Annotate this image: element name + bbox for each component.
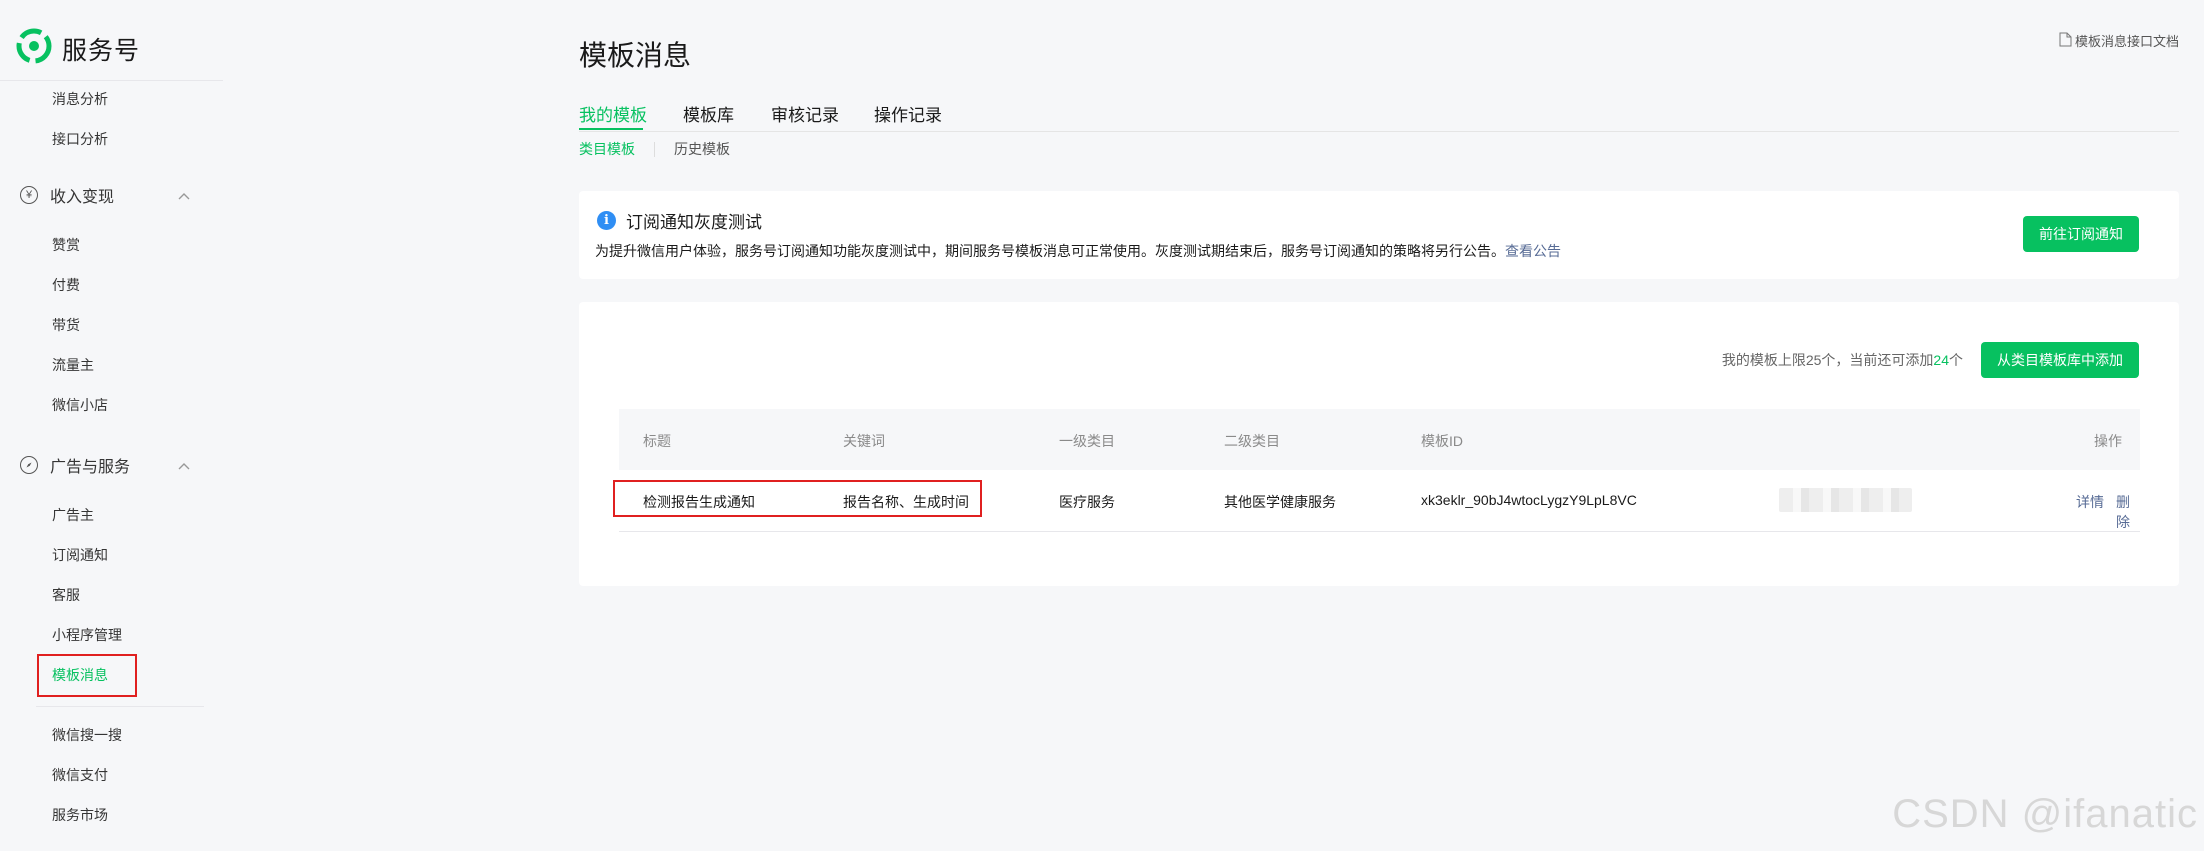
column-header-secondary-category: 二级类目 [1224,433,1280,449]
tab-my-templates[interactable]: 我的模板 [579,101,647,126]
api-doc-link[interactable]: 模板消息接口文档 [2059,31,2179,50]
redacted-id-mask [1779,488,1912,512]
add-from-library-button[interactable]: 从类目模板库中添加 [1981,342,2139,378]
sidebar-item-mini-program[interactable]: 小程序管理 [52,625,122,645]
sidebar-item-sales[interactable]: 带货 [52,315,80,335]
column-header-keywords: 关键词 [843,433,885,449]
view-announcement-link[interactable]: 查看公告 [1505,243,1561,259]
quota-suffix: 个 [1949,352,1963,368]
tab-operation-records[interactable]: 操作记录 [874,101,942,126]
cell-template-id: xk3eklr_90bJ4wtocLygzY9LpL8VC [1421,492,1637,508]
table-header: 标题 关键词 一级类目 二级类目 模板ID 操作 [619,409,2140,470]
sidebar-group-income[interactable]: ¥ 收入变现 [20,183,190,207]
watermark: CSDN @ifanatic [1892,792,2198,836]
column-header-template-id: 模板ID [1421,433,1463,449]
sidebar-group-ads[interactable]: 广告与服务 [20,453,190,477]
api-doc-link-label: 模板消息接口文档 [2074,34,2179,49]
go-subscription-notice-button[interactable]: 前往订阅通知 [2023,216,2139,252]
notice-text-row: 为提升微信用户体验，服务号订阅通知功能灰度测试中，期间服务号模板消息可正常使用。… [595,241,1561,261]
info-icon: i [597,211,616,230]
column-header-actions: 操作 [2094,433,2122,449]
sidebar-item-wechat-search[interactable]: 微信搜一搜 [52,725,122,745]
notice-text: 为提升微信用户体验，服务号订阅通知功能灰度测试中，期间服务号模板消息可正常使用。… [595,243,1505,259]
subtab-history-templates[interactable]: 历史模板 [674,139,730,159]
chevron-up-icon [178,187,190,205]
yen-circle-icon: ¥ [20,186,38,204]
notice-title: 订阅通知灰度测试 [626,213,762,232]
sidebar-item-wechat-store[interactable]: 微信小店 [52,395,108,415]
sidebar-item-message-analysis[interactable]: 消息分析 [52,89,108,109]
document-icon [2059,32,2075,50]
service-account-logo-icon [16,28,52,69]
chevron-up-icon [178,457,190,475]
subtab-category-templates[interactable]: 类目模板 [579,139,635,159]
sidebar-group-label: 收入变现 [50,189,115,206]
brand[interactable]: 服务号 [16,28,140,69]
detail-link[interactable]: 详情 [2076,492,2104,512]
sidebar-item-reward[interactable]: 赞赏 [52,235,80,255]
sidebar-item-api-analysis[interactable]: 接口分析 [52,129,108,149]
sidebar-item-traffic-owner[interactable]: 流量主 [52,355,94,375]
row-highlight-annotation [613,480,982,517]
cell-secondary-category: 其他医学健康服务 [1224,494,1336,510]
compass-icon [20,456,38,474]
main-tabs: 我的模板 模板库 审核记录 操作记录 [579,101,2179,132]
sidebar-item-service-market[interactable]: 服务市场 [52,805,108,825]
tab-review-records[interactable]: 审核记录 [771,101,839,126]
sidebar-item-paid[interactable]: 付费 [52,275,80,295]
subtab-divider [654,142,655,157]
sidebar-item-advertiser[interactable]: 广告主 [52,505,94,525]
brand-title: 服务号 [62,36,141,65]
page-title: 模板消息 [579,40,692,71]
template-list-card: 我的模板上限25个，当前还可添加24个 从类目模板库中添加 标题 关键词 一级类… [579,302,2179,586]
column-header-primary-category: 一级类目 [1059,433,1115,449]
cell-primary-category: 医疗服务 [1059,494,1115,510]
sidebar: 服务号 消息分析 接口分析 ¥ 收入变现 赞赏 付费 带货 流量主 微信小店 广… [0,0,223,851]
sidebar-item-subscription-notice[interactable]: 订阅通知 [52,545,108,565]
notice-card: i 订阅通知灰度测试 为提升微信用户体验，服务号订阅通知功能灰度测试中，期间服务… [579,191,2179,279]
quota-prefix: 我的模板上限25个，当前还可添加 [1721,352,1934,368]
sidebar-item-customer-service[interactable]: 客服 [52,585,80,605]
active-item-highlight [37,654,137,697]
active-tab-underline [579,128,643,130]
delete-link[interactable]: 删除 [2116,492,2140,532]
notice-title-row: i 订阅通知灰度测试 [597,208,762,233]
brand-divider [0,80,223,81]
sidebar-divider [36,706,204,707]
template-quota: 我的模板上限25个，当前还可添加24个 [1722,350,1963,370]
quota-remaining: 24 [1933,352,1949,368]
column-header-title: 标题 [643,433,671,449]
sidebar-item-wechat-pay[interactable]: 微信支付 [52,765,108,785]
sidebar-group-label: 广告与服务 [50,459,131,476]
tab-template-library[interactable]: 模板库 [683,101,734,126]
